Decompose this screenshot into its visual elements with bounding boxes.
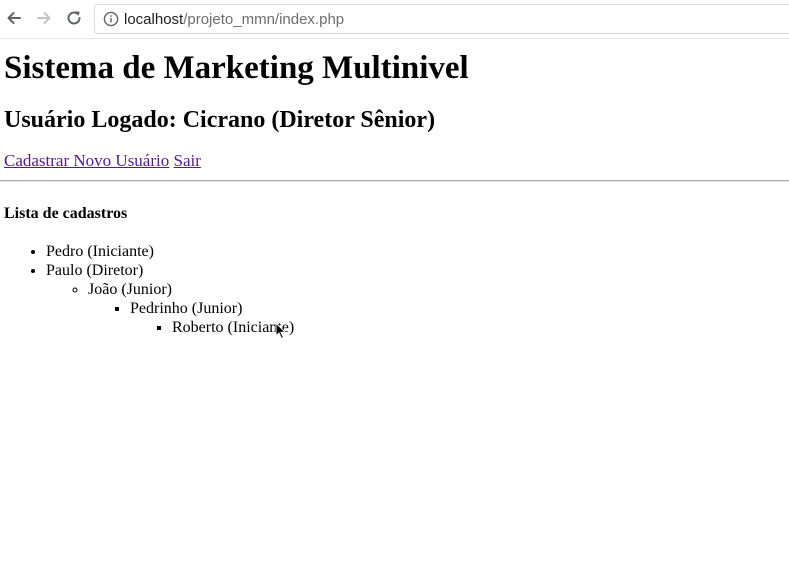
reload-button[interactable] <box>62 6 86 30</box>
logout-link[interactable]: Sair <box>174 151 201 170</box>
forward-button[interactable] <box>32 6 56 30</box>
reload-icon <box>67 11 81 25</box>
list-item-label: Pedro (Iniciante) <box>46 243 154 260</box>
arrow-right-icon <box>37 12 51 24</box>
divider <box>0 180 789 182</box>
url-path: /projeto_mmn/index.php <box>183 10 345 28</box>
registration-tree: Pedro (Iniciante) Paulo (Diretor) João (… <box>0 242 789 337</box>
sublist: Pedrinho (Junior) Roberto (Iniciante) <box>88 299 789 337</box>
back-button[interactable] <box>2 6 26 30</box>
list-item: Roberto (Iniciante) <box>172 318 789 337</box>
action-links: Cadastrar Novo Usuário Sair <box>4 150 789 172</box>
logged-user-heading: Usuário Logado: Cicrano (Diretor Sênior) <box>4 107 436 133</box>
page-title: Sistema de Marketing Multinivel <box>4 50 469 86</box>
list-item-label: João (Junior) <box>88 281 172 298</box>
page-content: Sistema de Marketing Multinivel Usuário … <box>0 38 789 337</box>
list-item: Pedro (Iniciante) <box>46 242 789 261</box>
list-item-label: Paulo (Diretor) <box>46 262 144 279</box>
mouse-cursor-icon <box>275 321 287 345</box>
info-icon[interactable] <box>103 11 119 27</box>
list-title: Lista de cadastros <box>4 205 128 222</box>
browser-toolbar: localhost/projeto_mmn/index.php <box>0 0 789 39</box>
address-bar[interactable]: localhost/projeto_mmn/index.php <box>94 4 789 34</box>
list-item: João (Junior) Pedrinho (Junior) Roberto … <box>88 280 789 337</box>
register-user-link[interactable]: Cadastrar Novo Usuário <box>4 151 169 170</box>
list-item: Paulo (Diretor) João (Junior) Pedrinho (… <box>46 261 789 337</box>
arrow-left-icon <box>7 12 21 24</box>
sublist: João (Junior) Pedrinho (Junior) Roberto … <box>46 280 789 337</box>
list-item-label: Pedrinho (Junior) <box>130 300 243 317</box>
url-host: localhost <box>124 10 184 28</box>
sublist: Roberto (Iniciante) <box>130 318 789 337</box>
list-item: Pedrinho (Junior) Roberto (Iniciante) <box>130 299 789 337</box>
